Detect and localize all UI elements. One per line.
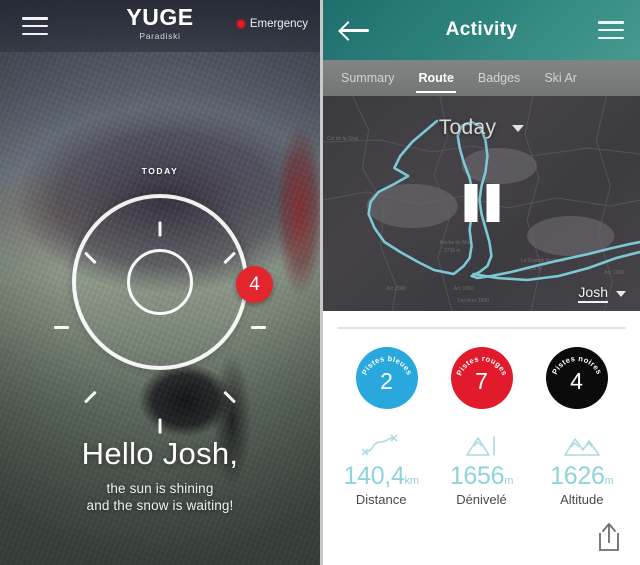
hamburger-line xyxy=(598,36,624,39)
tab-badges[interactable]: Badges xyxy=(466,60,532,96)
sun-ray xyxy=(158,418,162,434)
emergency-label: Emergency xyxy=(249,18,308,30)
pause-bar xyxy=(486,184,499,222)
user-filter-dropdown[interactable]: Josh xyxy=(578,284,626,303)
hamburger-menu-icon[interactable] xyxy=(22,17,48,35)
sun-ray xyxy=(158,221,162,237)
share-icon[interactable] xyxy=(594,521,624,553)
greeting-line-2: and the snow is waiting! xyxy=(86,498,234,513)
greeting-block: Hello Josh, the sun is shining and the s… xyxy=(0,436,320,513)
today-label: TODAY xyxy=(141,166,179,176)
pause-icon[interactable] xyxy=(464,184,499,222)
hamburger-line xyxy=(22,32,48,35)
section-divider xyxy=(337,327,626,329)
svg-text:Pistes bleues: Pistes bleues xyxy=(359,354,413,377)
stat-label-distance: Distance xyxy=(355,492,407,507)
sun-icon xyxy=(54,194,266,434)
piste-badge-rouges[interactable]: Pistes rouges 7 xyxy=(450,347,513,409)
sun-ray xyxy=(83,251,97,265)
back-arrow-icon[interactable] xyxy=(341,20,371,40)
sun-core xyxy=(127,249,193,315)
sun-ray xyxy=(223,251,237,265)
piste-label-noires: Pistes noires xyxy=(550,354,603,376)
stat-unit-distance: km xyxy=(404,475,419,487)
svg-text:Roche de Mio: Roche de Mio xyxy=(440,240,471,246)
pause-bar xyxy=(464,184,477,222)
stat-label-altitude: Altitude xyxy=(560,492,604,507)
mountain-range-icon xyxy=(534,431,630,459)
piste-label-arc: Pistes noires xyxy=(550,354,604,376)
stat-value-altitude: 1626m xyxy=(550,462,614,490)
pistes-summary-row: Pistes bleues 2 Pistes rouges 7 Pistes n… xyxy=(323,347,640,409)
tab-bar: Summary Route Badges Ski Ar xyxy=(323,60,640,96)
tab-summary[interactable]: Summary xyxy=(329,60,406,96)
stat-unit-altitude: m xyxy=(604,475,614,487)
piste-label-rouges: Pistes rouges xyxy=(454,354,509,377)
svg-text:2739 m: 2739 m xyxy=(444,248,460,254)
chevron-down-icon xyxy=(616,290,626,297)
piste-badge-bleues[interactable]: Pistes bleues 2 xyxy=(355,347,418,409)
stat-unit-denivele: m xyxy=(504,475,514,487)
svg-text:Arc 1950: Arc 1950 xyxy=(454,286,474,292)
route-map[interactable]: Col de la Chal La Grande Rochette 2505 m… xyxy=(323,96,640,311)
piste-label-arc: Pistes bleues xyxy=(359,354,413,377)
greeting-line-1: the sun is shining xyxy=(106,481,214,496)
mountain-peak-icon xyxy=(433,431,529,459)
hamburger-menu-icon[interactable] xyxy=(598,21,624,39)
hamburger-line xyxy=(22,24,48,28)
notification-badge[interactable]: 4 xyxy=(236,266,273,303)
hamburger-line xyxy=(22,17,48,20)
sun-ray xyxy=(251,326,266,329)
stat-denivele: 1656m Dénivelé xyxy=(433,431,529,507)
chevron-down-icon xyxy=(512,124,525,132)
piste-label-bleues: Pistes bleues xyxy=(359,354,413,377)
dual-phone-screenshot: YUGE Paradiski Emergency TODAY 4 Hello J… xyxy=(0,0,640,565)
hamburger-line xyxy=(598,28,624,32)
left-phone-panel: YUGE Paradiski Emergency TODAY 4 Hello J… xyxy=(0,0,320,565)
user-filter-value: Josh xyxy=(578,284,608,303)
stat-value-denivele: 1656m xyxy=(449,462,514,490)
svg-text:Pistes rouges: Pistes rouges xyxy=(454,354,509,377)
stat-value-distance: 140,4km xyxy=(343,462,419,490)
stat-label-denivele: Dénivelé xyxy=(456,492,507,507)
tab-ski-area[interactable]: Ski Ar xyxy=(532,60,589,96)
activity-top-bar: Activity xyxy=(323,0,640,60)
emergency-dot-icon xyxy=(236,20,245,28)
svg-text:Arc 2000: Arc 2000 xyxy=(386,286,406,292)
date-filter-value: Today xyxy=(438,116,497,139)
greeting-title: Hello Josh, xyxy=(81,436,239,471)
route-path-icon xyxy=(333,431,429,459)
piste-label-arc: Pistes rouges xyxy=(454,354,509,377)
stats-row: 140,4km Distance 1656m Dénivelé 1626m Al… xyxy=(323,431,640,507)
piste-badge-noires[interactable]: Pistes noires 4 xyxy=(545,347,608,409)
stat-altitude: 1626m Altitude xyxy=(534,431,630,507)
svg-text:Les Arcs 1800: Les Arcs 1800 xyxy=(458,298,490,304)
stat-distance: 140,4km Distance xyxy=(333,431,429,507)
svg-text:Pistes noires: Pistes noires xyxy=(550,354,604,376)
sun-ray xyxy=(54,326,69,329)
emergency-button[interactable]: Emergency xyxy=(236,18,308,30)
right-phone-panel: Activity Summary Route Badges Ski Ar Col… xyxy=(320,0,640,565)
hamburger-line xyxy=(598,21,624,24)
tab-route[interactable]: Route xyxy=(406,60,465,96)
svg-text:Arc 1600: Arc 1600 xyxy=(604,270,624,276)
date-filter-dropdown[interactable]: Today xyxy=(323,116,640,140)
brand-subtitle: Paradiski xyxy=(139,31,181,41)
left-top-bar: YUGE Paradiski Emergency xyxy=(0,0,320,52)
